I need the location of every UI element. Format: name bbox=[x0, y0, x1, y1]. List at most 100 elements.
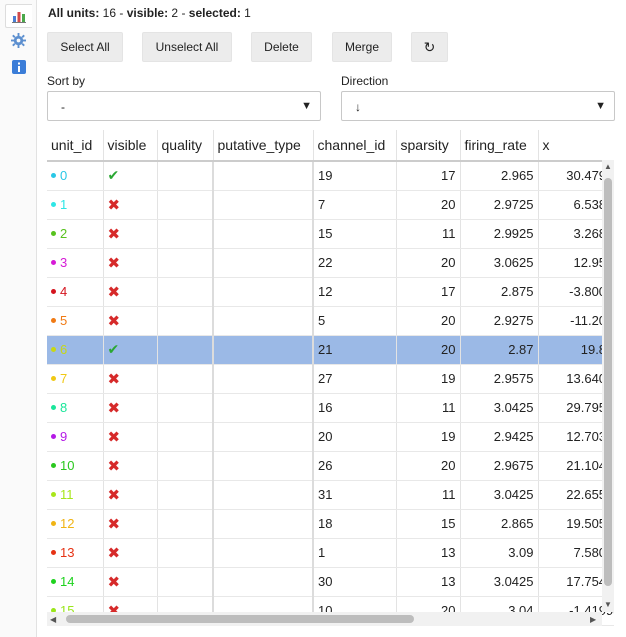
unit-id-cell[interactable]: 6 bbox=[47, 335, 104, 365]
unit-id-cell[interactable]: 13 bbox=[47, 538, 104, 568]
visible-cell[interactable]: ✖ bbox=[103, 451, 158, 481]
visible-cell[interactable]: ✖ bbox=[103, 364, 158, 394]
unit-id-cell[interactable]: 2 bbox=[47, 219, 104, 249]
putative-type-cell[interactable] bbox=[213, 451, 314, 481]
putative-type-cell[interactable] bbox=[213, 393, 314, 423]
quality-cell[interactable] bbox=[157, 277, 214, 307]
visible-cell[interactable]: ✖ bbox=[103, 393, 158, 423]
visible-cell[interactable]: ✖ bbox=[103, 190, 158, 220]
table-row[interactable]: 8✖16113.042529.79586 bbox=[47, 393, 614, 423]
table-row[interactable]: 5✖5202.9275-11.2081 bbox=[47, 306, 614, 336]
cross-icon[interactable]: ✖ bbox=[108, 487, 121, 504]
cross-icon[interactable]: ✖ bbox=[108, 284, 121, 301]
unit-id-cell[interactable]: 8 bbox=[47, 393, 104, 423]
putative-type-cell[interactable] bbox=[213, 567, 314, 597]
table-row[interactable]: 1✖7202.97256.53889 bbox=[47, 190, 614, 220]
quality-cell[interactable] bbox=[157, 248, 214, 278]
putative-type-cell[interactable] bbox=[213, 306, 314, 336]
merge-button[interactable]: Merge bbox=[332, 32, 392, 62]
table-row[interactable]: 14✖30133.042517.75469 bbox=[47, 567, 614, 597]
cross-icon[interactable]: ✖ bbox=[108, 197, 121, 214]
quality-cell[interactable] bbox=[157, 364, 214, 394]
check-icon[interactable]: ✔ bbox=[108, 341, 120, 357]
unit-id-cell[interactable]: 4 bbox=[47, 277, 104, 307]
check-icon[interactable]: ✔ bbox=[108, 167, 120, 183]
visible-cell[interactable]: ✖ bbox=[103, 538, 158, 568]
visible-cell[interactable]: ✖ bbox=[103, 509, 158, 539]
putative-type-cell[interactable] bbox=[213, 161, 314, 191]
refresh-button[interactable]: ↻ bbox=[411, 32, 448, 62]
quality-cell[interactable] bbox=[157, 306, 214, 336]
table-row[interactable]: 2✖15112.99253.26804 bbox=[47, 219, 614, 249]
visible-cell[interactable]: ✖ bbox=[103, 306, 158, 336]
visible-cell[interactable]: ✖ bbox=[103, 422, 158, 452]
cross-icon[interactable]: ✖ bbox=[108, 226, 121, 243]
table-row[interactable]: 10✖26202.967521.10439 bbox=[47, 451, 614, 481]
quality-cell[interactable] bbox=[157, 567, 214, 597]
cross-icon[interactable]: ✖ bbox=[108, 313, 121, 330]
cross-icon[interactable]: ✖ bbox=[108, 429, 121, 446]
unit-id-cell[interactable]: 14 bbox=[47, 567, 104, 597]
unit-id-cell[interactable]: 7 bbox=[47, 364, 104, 394]
putative-type-cell[interactable] bbox=[213, 364, 314, 394]
unit-id-cell[interactable]: 1 bbox=[47, 190, 104, 220]
visible-cell[interactable]: ✖ bbox=[103, 277, 158, 307]
putative-type-cell[interactable] bbox=[213, 422, 314, 452]
unit-id-cell[interactable]: 9 bbox=[47, 422, 104, 452]
horizontal-scroll-thumb[interactable] bbox=[66, 615, 414, 623]
table-row[interactable]: 11✖31113.042522.65510 bbox=[47, 480, 614, 510]
quality-cell[interactable] bbox=[157, 393, 214, 423]
visible-cell[interactable]: ✔ bbox=[103, 161, 158, 191]
scroll-down-icon[interactable]: ▼ bbox=[604, 600, 612, 609]
putative-type-cell[interactable] bbox=[213, 509, 314, 539]
table-row[interactable]: 13✖1133.097.58058 bbox=[47, 538, 614, 568]
select-all-button[interactable]: Select All bbox=[47, 32, 123, 62]
column-header-putative-type[interactable]: putative_type bbox=[213, 130, 314, 162]
column-header-unit-id[interactable]: unit_id bbox=[47, 130, 104, 162]
delete-button[interactable]: Delete bbox=[251, 32, 312, 62]
putative-type-cell[interactable] bbox=[213, 248, 314, 278]
visible-cell[interactable]: ✖ bbox=[103, 480, 158, 510]
table-row[interactable]: 3✖22203.062512.9561 bbox=[47, 248, 614, 278]
table-row[interactable]: 12✖18152.86519.50546 bbox=[47, 509, 614, 539]
column-header-visible[interactable]: visible bbox=[103, 130, 158, 162]
sort-by-select[interactable]: - ▼ bbox=[47, 91, 321, 121]
scroll-left-icon[interactable]: ◀ bbox=[50, 615, 56, 624]
unselect-all-button[interactable]: Unselect All bbox=[142, 32, 232, 62]
quality-cell[interactable] bbox=[157, 335, 214, 365]
column-header-x[interactable]: x bbox=[538, 130, 614, 162]
sidebar-item-settings[interactable] bbox=[5, 28, 32, 52]
putative-type-cell[interactable] bbox=[213, 480, 314, 510]
direction-select[interactable]: ↓ ▼ bbox=[341, 91, 615, 121]
cross-icon[interactable]: ✖ bbox=[108, 371, 121, 388]
visible-cell[interactable]: ✖ bbox=[103, 248, 158, 278]
putative-type-cell[interactable] bbox=[213, 190, 314, 220]
vertical-scroll-thumb[interactable] bbox=[604, 178, 612, 586]
quality-cell[interactable] bbox=[157, 538, 214, 568]
cross-icon[interactable]: ✖ bbox=[108, 458, 121, 475]
unit-id-cell[interactable]: 0 bbox=[47, 161, 104, 191]
visible-cell[interactable]: ✖ bbox=[103, 567, 158, 597]
table-row[interactable]: 0✔19172.96530.47940 bbox=[47, 161, 614, 191]
putative-type-cell[interactable] bbox=[213, 335, 314, 365]
table-row[interactable]: 6✔21202.8719.801 bbox=[47, 335, 614, 365]
visible-cell[interactable]: ✖ bbox=[103, 219, 158, 249]
scroll-up-icon[interactable]: ▲ bbox=[604, 162, 612, 171]
quality-cell[interactable] bbox=[157, 422, 214, 452]
horizontal-scrollbar[interactable]: ◀ ▶ bbox=[47, 612, 602, 626]
quality-cell[interactable] bbox=[157, 219, 214, 249]
cross-icon[interactable]: ✖ bbox=[108, 255, 121, 272]
visible-cell[interactable]: ✔ bbox=[103, 335, 158, 365]
cross-icon[interactable]: ✖ bbox=[108, 574, 121, 591]
unit-id-cell[interactable]: 10 bbox=[47, 451, 104, 481]
column-header-firing-rate[interactable]: firing_rate bbox=[460, 130, 539, 162]
unit-id-cell[interactable]: 11 bbox=[47, 480, 104, 510]
quality-cell[interactable] bbox=[157, 451, 214, 481]
column-header-channel-id[interactable]: channel_id bbox=[313, 130, 397, 162]
table-row[interactable]: 4✖12172.875-3.80086 bbox=[47, 277, 614, 307]
quality-cell[interactable] bbox=[157, 161, 214, 191]
quality-cell[interactable] bbox=[157, 509, 214, 539]
unit-id-cell[interactable]: 12 bbox=[47, 509, 104, 539]
quality-cell[interactable] bbox=[157, 480, 214, 510]
scroll-right-icon[interactable]: ▶ bbox=[590, 615, 596, 624]
